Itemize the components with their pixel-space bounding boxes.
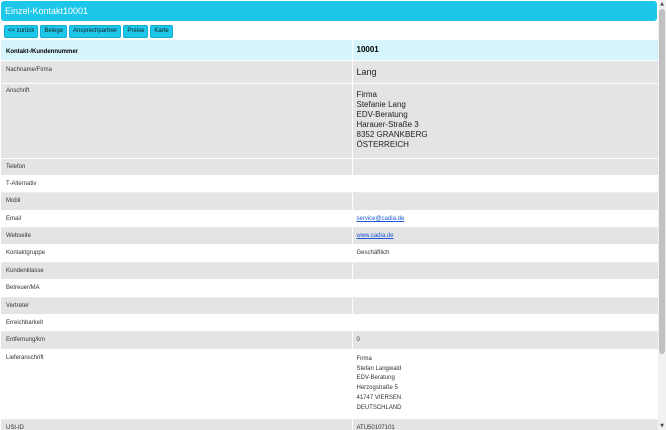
row-entfernung: Entfernung/km 0 xyxy=(1,331,658,350)
value-ustid: ATU50107101 xyxy=(351,419,658,430)
preise-button[interactable]: Preise xyxy=(123,25,149,38)
anschrift-line: Firma xyxy=(356,89,377,99)
contact-detail-page: Einzel-Kontakt10001 << zurück Belege Ans… xyxy=(0,0,658,430)
value-kundenklasse xyxy=(351,262,658,281)
lieferanschrift-line: EDV-Beratung xyxy=(356,375,395,382)
row-ustid: USt-ID ATU50107101 xyxy=(1,419,658,430)
row-name: Nachname/Firma Lang xyxy=(1,60,658,84)
value-anschrift: Firma Stefanie Lang EDV-Beratung Harauer… xyxy=(351,83,658,159)
row-betreuer: Betreuer/MA xyxy=(1,279,658,298)
value-lieferanschrift: Firma Stefan Langwald EDV-Beratung Herzo… xyxy=(351,349,658,420)
anschrift-line: Harauer-Straße 3 xyxy=(356,119,419,129)
label-mobil: Mobil xyxy=(1,192,352,211)
value-entfernung: 0 xyxy=(351,331,658,350)
label-anschrift: Anschrift xyxy=(1,83,352,159)
row-t-alternativ: T-Alternativ xyxy=(1,175,658,194)
label-telefon: Telefon xyxy=(1,158,352,176)
label-kundenklasse: Kundenklasse xyxy=(1,262,352,281)
scroll-down-icon[interactable]: ▼ xyxy=(658,422,666,430)
label-webseite: Webseite xyxy=(1,227,352,246)
value-t-alternativ xyxy=(351,175,658,194)
lieferanschrift-line: Herzogstraße 5 xyxy=(356,385,398,392)
belege-button[interactable]: Belege xyxy=(40,25,68,38)
value-webseite: www.cadia.de xyxy=(351,227,658,246)
anschrift-line: EDV-Beratung xyxy=(356,109,408,119)
ansprechpartner-button[interactable]: Ansprechpartner xyxy=(69,25,122,38)
row-kundenklasse: Kundenklasse xyxy=(1,262,658,281)
label-kontaktgruppe: Kontaktgruppe xyxy=(1,244,352,263)
row-kontaktgruppe: Kontaktgruppe Geschäftlich xyxy=(1,244,658,263)
label-email: Email xyxy=(1,210,352,229)
label-entfernung: Entfernung/km xyxy=(1,331,352,350)
anschrift-line: ÖSTERREICH xyxy=(356,139,409,149)
label-erreichbarkeit: Erreichbarkeit xyxy=(1,314,352,333)
scroll-up-icon[interactable]: ▲ xyxy=(658,0,666,8)
anschrift-line: Stefanie Lang xyxy=(356,99,406,109)
label-vertreter: Vertreter xyxy=(1,297,352,316)
value-name: Lang xyxy=(351,60,658,84)
label-t-alternativ: T-Alternativ xyxy=(1,175,352,194)
label-kundennummer: Kontakt-/Kundennummer xyxy=(1,40,352,61)
scroll-thumb[interactable] xyxy=(659,9,665,354)
back-button[interactable]: << zurück xyxy=(4,25,39,38)
value-kundennummer: 10001 xyxy=(351,40,658,61)
anschrift-line: 8352 GRANKBERG xyxy=(356,129,428,139)
karte-button[interactable]: Karte xyxy=(150,25,173,38)
lieferanschrift-line: DEUTSCHLAND xyxy=(356,404,402,411)
row-email: Email service@cadia.de xyxy=(1,210,658,229)
website-link[interactable]: www.cadia.de xyxy=(357,233,394,239)
value-erreichbarkeit xyxy=(351,314,658,333)
value-mobil xyxy=(351,192,658,211)
vertical-scrollbar[interactable]: ▲ ▼ xyxy=(658,0,666,430)
row-telefon: Telefon xyxy=(1,158,658,176)
lieferanschrift-line: Firma xyxy=(356,355,372,362)
toolbar: << zurück Belege Ansprechpartner Preise … xyxy=(4,25,173,39)
row-webseite: Webseite www.cadia.de xyxy=(1,227,658,246)
contact-details-table: Kontakt-/Kundennummer 10001 Nachname/Fir… xyxy=(1,40,658,430)
lieferanschrift-line: Stefan Langwald xyxy=(356,365,402,372)
row-vertreter: Vertreter xyxy=(1,297,658,316)
row-lieferanschrift: Lieferanschrift Firma Stefan Langwald ED… xyxy=(1,349,658,420)
value-telefon xyxy=(351,158,658,176)
label-ustid: USt-ID xyxy=(1,419,352,430)
row-anschrift: Anschrift Firma Stefanie Lang EDV-Beratu… xyxy=(1,83,658,159)
label-lieferanschrift: Lieferanschrift xyxy=(1,349,352,420)
page-title: Einzel-Kontakt10001 xyxy=(1,1,657,21)
label-name: Nachname/Firma xyxy=(1,60,352,84)
row-erreichbarkeit: Erreichbarkeit xyxy=(1,314,658,333)
email-link[interactable]: service@cadia.de xyxy=(357,216,405,222)
value-email: service@cadia.de xyxy=(351,210,658,229)
value-kontaktgruppe: Geschäftlich xyxy=(351,244,658,263)
value-betreuer xyxy=(351,279,658,298)
label-betreuer: Betreuer/MA xyxy=(1,279,352,298)
lieferanschrift-line: 41747 VIERSEN xyxy=(356,394,402,401)
row-kundennummer: Kontakt-/Kundennummer 10001 xyxy=(1,40,658,61)
value-vertreter xyxy=(351,297,658,316)
row-mobil: Mobil xyxy=(1,192,658,211)
